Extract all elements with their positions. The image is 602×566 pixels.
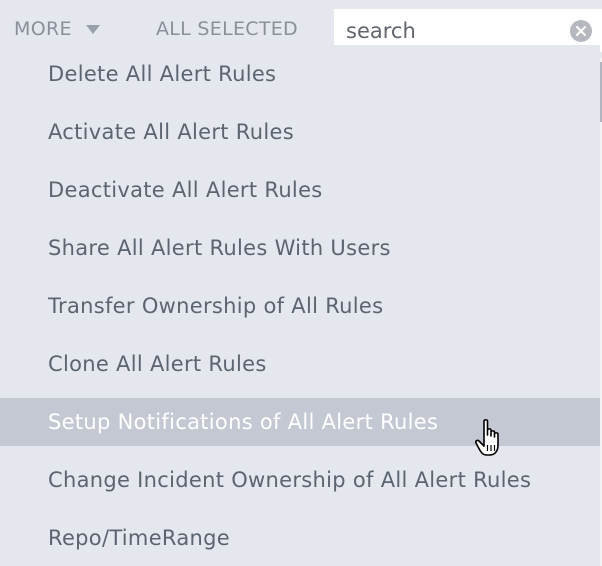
menu-item-label: Share All Alert Rules With Users [48,236,391,260]
menu-item-clone-all[interactable]: Clone All Alert Rules [0,340,600,388]
menu-item-transfer-ownership[interactable]: Transfer Ownership of All Rules [0,282,600,330]
all-selected-label: ALL SELECTED [156,18,298,40]
menu-item-label: Transfer Ownership of All Rules [48,294,384,318]
menu-item-setup-notifications[interactable]: Setup Notifications of All Alert Rules [0,398,600,446]
menu-item-label: Change Incident Ownership of All Alert R… [48,468,532,492]
menu-item-label: Clone All Alert Rules [48,352,267,376]
menu-item-label: Deactivate All Alert Rules [48,178,323,202]
menu-item-share-all[interactable]: Share All Alert Rules With Users [0,224,600,272]
menu-item-repo-timerange[interactable]: Repo/TimeRange [0,514,600,562]
menu-item-deactivate-all[interactable]: Deactivate All Alert Rules [0,166,600,214]
menu-item-label: Repo/TimeRange [48,526,230,550]
menu-item-delete-all[interactable]: Delete All Alert Rules [0,50,600,98]
chevron-down-icon [85,24,100,34]
menu-item-label: Delete All Alert Rules [48,62,277,86]
menu-item-label: Activate All Alert Rules [48,120,294,144]
menu-item-label: Setup Notifications of All Alert Rules [48,410,439,434]
more-menu-button[interactable]: MORE [14,16,100,42]
close-icon[interactable] [570,20,592,42]
menu-item-change-incident-ownership[interactable]: Change Incident Ownership of All Alert R… [0,456,600,504]
menu-item-activate-all[interactable]: Activate All Alert Rules [0,108,600,156]
more-button-label: MORE [14,18,72,40]
bulk-actions-menu: Delete All Alert Rules Activate All Aler… [0,45,600,566]
